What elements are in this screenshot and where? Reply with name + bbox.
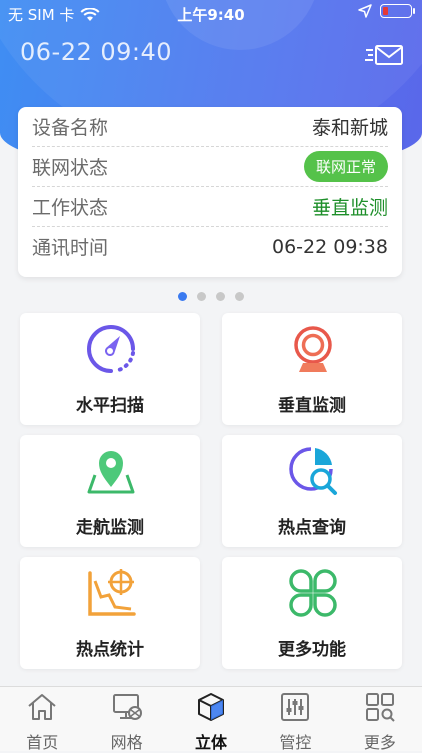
tab-grid[interactable]: 网格 — [84, 687, 168, 752]
cube-icon — [198, 693, 225, 721]
more-features-tile[interactable]: 更多功能 — [222, 557, 402, 669]
network-status-badge: 联网正常 — [303, 151, 388, 182]
carousel-dot[interactable] — [178, 292, 187, 301]
hotspot-stats-tile[interactable]: 热点统计 — [20, 557, 200, 669]
comm-time-label: 通讯时间 — [32, 237, 109, 259]
device-name-value: 泰和新城 — [311, 117, 388, 139]
send-message-icon[interactable] — [364, 40, 404, 70]
home-icon — [28, 694, 56, 720]
battery-icon — [380, 4, 415, 18]
vertical-monitor-label: 垂直监测 — [278, 396, 346, 416]
tab-more-label: 更多 — [363, 733, 396, 752]
more-features-label: 更多功能 — [278, 640, 346, 660]
map-pin-icon — [87, 451, 135, 494]
header-datetime: 06-22 09:40 — [20, 38, 173, 66]
tab-grid-label: 网格 — [110, 733, 143, 752]
carousel-dot[interactable] — [216, 292, 225, 301]
carousel-dot[interactable] — [197, 292, 206, 301]
network-status-label: 联网状态 — [32, 157, 109, 179]
work-status-row: 工作状态 垂直监测 — [32, 187, 388, 227]
status-bar: 无 SIM 卡 上午9:40 — [0, 0, 422, 28]
pie-search-icon — [289, 447, 337, 495]
horizontal-scan-label: 水平扫描 — [76, 396, 144, 416]
sliders-icon — [281, 693, 310, 721]
hotspot-query-label: 热点查询 — [278, 518, 346, 538]
webcam-icon — [294, 326, 332, 372]
navigation-monitor-tile[interactable]: 走航监测 — [20, 435, 200, 547]
navigation-monitor-label: 走航监测 — [76, 518, 144, 538]
network-status-row: 联网状态 联网正常 — [32, 147, 388, 187]
device-name-label: 设备名称 — [32, 117, 109, 139]
target-chart-icon — [88, 569, 136, 616]
tab-3d[interactable]: 立体 — [169, 687, 253, 752]
work-status-label: 工作状态 — [32, 197, 109, 219]
apps-icon — [365, 693, 395, 722]
device-info-card: 设备名称 泰和新城 联网状态 联网正常 工作状态 垂直监测 通讯时间 06-22… — [18, 107, 402, 277]
tab-3d-label: 立体 — [195, 733, 228, 752]
work-status-value: 垂直监测 — [311, 197, 388, 219]
carousel-indicator — [0, 292, 422, 301]
monitor-grid-icon — [112, 694, 142, 720]
tab-more[interactable]: 更多 — [338, 687, 422, 752]
hotspot-query-tile[interactable]: 热点查询 — [222, 435, 402, 547]
comm-time-row: 通讯时间 06-22 09:38 — [32, 227, 388, 266]
tab-home[interactable]: 首页 — [0, 687, 84, 752]
tab-control[interactable]: 管控 — [253, 687, 337, 752]
comm-time-value: 06-22 09:38 — [271, 235, 388, 258]
hotspot-stats-label: 热点统计 — [76, 640, 144, 660]
horizontal-scan-tile[interactable]: 水平扫描 — [20, 313, 200, 425]
device-name-row: 设备名称 泰和新城 — [32, 107, 388, 147]
clover-icon — [289, 569, 337, 617]
gauge-icon — [87, 325, 135, 373]
bottom-tab-bar: 首页 网格 立体 管控 更多 — [0, 686, 422, 752]
tab-home-label: 首页 — [26, 733, 59, 752]
tab-control-label: 管控 — [279, 733, 312, 752]
carousel-dot[interactable] — [235, 292, 244, 301]
vertical-monitor-tile[interactable]: 垂直监测 — [222, 313, 402, 425]
location-arrow-icon — [358, 4, 372, 18]
